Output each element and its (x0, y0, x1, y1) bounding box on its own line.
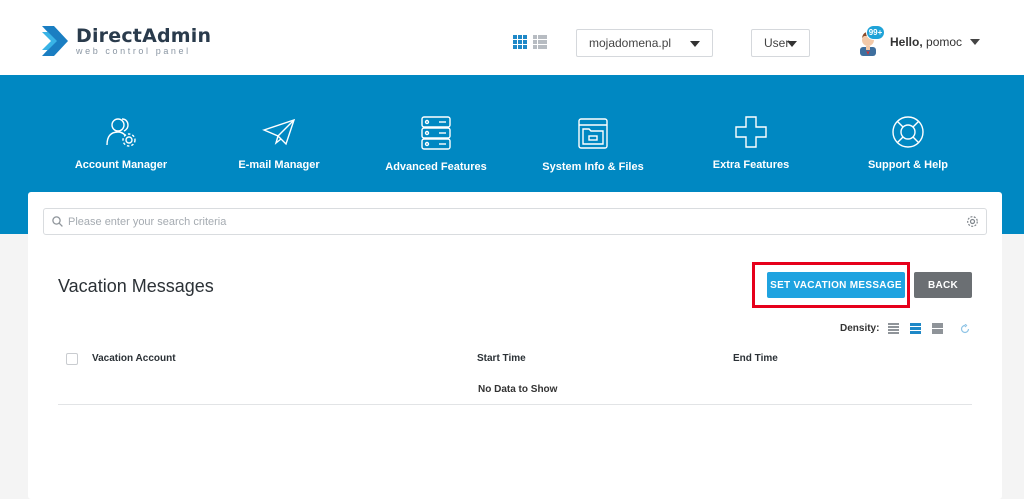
nav-label: Advanced Features (385, 161, 487, 173)
directadmin-logo[interactable]: DirectAdmin web control panel (42, 26, 211, 56)
role-select[interactable]: User (751, 29, 810, 57)
server-stack-icon (421, 116, 451, 150)
table-header: Vacation Account Start Time End Time (58, 347, 972, 369)
nav-support-help[interactable]: Support & Help (833, 115, 983, 171)
nav-extra-features[interactable]: Extra Features (676, 115, 826, 171)
set-vacation-message-button[interactable]: SET VACATION MESSAGE (767, 272, 905, 298)
refresh-icon[interactable] (960, 323, 970, 334)
users-gear-icon (106, 118, 136, 147)
top-header: DirectAdmin web control panel mojadomena… (0, 0, 1024, 75)
nav-label: Extra Features (712, 159, 790, 171)
username: pomoc (926, 35, 963, 49)
chevron-down-icon (690, 41, 700, 47)
user-greeting: Hello, pomoc (890, 35, 962, 49)
domain-select-value: mojadomena.pl (589, 36, 672, 50)
lifebuoy-icon (892, 116, 924, 148)
logo-name: DirectAdmin (76, 24, 212, 47)
gear-icon[interactable] (966, 215, 979, 228)
density-control: Density: (840, 323, 970, 334)
column-header-start-time[interactable]: Start Time (477, 353, 526, 364)
greeting-prefix: Hello, (890, 35, 923, 49)
logo-tagline: web control panel (76, 45, 191, 56)
column-header-end-time[interactable]: End Time (733, 353, 778, 364)
nav-advanced-features[interactable]: Advanced Features (361, 115, 511, 173)
back-button[interactable]: BACK (914, 272, 972, 298)
chevron-down-icon (787, 41, 797, 47)
density-comfortable-icon[interactable] (932, 323, 944, 334)
density-normal-icon[interactable] (910, 323, 922, 334)
directadmin-logo-icon (42, 26, 68, 56)
view-toggle (513, 35, 547, 49)
page-title: Vacation Messages (58, 276, 214, 296)
nav-account-manager[interactable]: Account Manager (46, 115, 196, 171)
table-divider (58, 404, 972, 405)
search-input[interactable] (68, 209, 948, 234)
search-bar (43, 208, 987, 235)
folder-icon (578, 118, 608, 149)
user-menu[interactable]: 99+ Hello, pomoc (856, 25, 981, 56)
select-all-checkbox[interactable] (66, 353, 78, 365)
notification-badge[interactable]: 99+ (866, 25, 885, 40)
nav-email-manager[interactable]: E-mail Manager (204, 115, 354, 171)
density-compact-icon[interactable] (888, 323, 900, 334)
search-icon (52, 216, 63, 227)
grid-view-icon[interactable] (513, 35, 527, 49)
paper-plane-icon (262, 118, 296, 146)
domain-select[interactable]: mojadomena.pl (576, 29, 713, 57)
role-select-value: User (764, 36, 790, 50)
nav-label: Account Manager (74, 159, 168, 171)
nav-label: System Info & Files (542, 161, 644, 173)
content-card: Vacation Messages SET VACATION MESSAGE B… (28, 192, 1002, 499)
avatar[interactable]: 99+ (856, 25, 885, 56)
column-header-vacation-account[interactable]: Vacation Account (92, 353, 176, 364)
list-view-icon[interactable] (533, 35, 547, 49)
nav-system-info-files[interactable]: System Info & Files (518, 115, 668, 173)
nav-label: E-mail Manager (238, 159, 320, 171)
nav-label: Support & Help (867, 159, 949, 171)
plus-icon (735, 116, 767, 148)
density-label: Density: (840, 323, 880, 334)
chevron-down-icon[interactable] (970, 39, 981, 45)
empty-table-message: No Data to Show (478, 384, 558, 395)
